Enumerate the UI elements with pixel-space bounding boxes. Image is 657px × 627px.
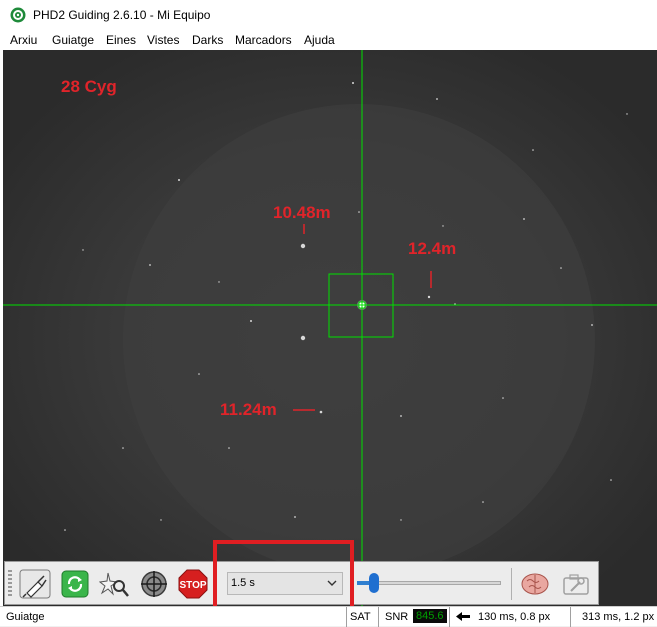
gamma-slider[interactable] bbox=[353, 573, 505, 595]
menu-guiatge[interactable]: Guiatge bbox=[52, 33, 94, 47]
camera-image-viewport[interactable]: 28 Cyg 10.48m 12.4m 11.24m bbox=[3, 50, 657, 606]
highlight-annotation-box bbox=[213, 540, 354, 612]
status-separator bbox=[346, 607, 347, 627]
status-separator bbox=[378, 607, 379, 627]
guide-button[interactable] bbox=[138, 569, 170, 599]
connect-gear-button[interactable] bbox=[19, 569, 51, 599]
auto-select-star-button[interactable] bbox=[99, 569, 131, 599]
window-title: PHD2 Guiding 2.6.10 - Mi Equipo bbox=[33, 8, 211, 22]
status-bar: Guiatge SAT SNR 845.6 130 ms, 0.8 px 313… bbox=[0, 606, 657, 627]
stop-button[interactable]: STOP bbox=[177, 569, 209, 599]
camera-settings-button[interactable] bbox=[560, 569, 592, 599]
loop-button[interactable] bbox=[59, 569, 91, 599]
menu-ajuda[interactable]: Ajuda bbox=[304, 33, 335, 47]
menu-marcadors[interactable]: Marcadors bbox=[235, 33, 292, 47]
phd2-target-icon bbox=[10, 7, 26, 23]
status-separator bbox=[449, 607, 450, 627]
slider-thumb[interactable] bbox=[369, 573, 380, 593]
stop-label: STOP bbox=[179, 580, 206, 591]
star-magnitude-label: 12.4m bbox=[408, 239, 457, 258]
guide-pulse-ra: 130 ms, 0.8 px bbox=[478, 611, 551, 623]
brain-settings-button[interactable] bbox=[519, 569, 551, 599]
menu-arxiu[interactable]: Arxiu bbox=[10, 33, 37, 47]
snr-label: SNR bbox=[385, 611, 409, 623]
toolbar-separator bbox=[511, 568, 512, 600]
title-bar: PHD2 Guiding 2.6.10 - Mi Equipo bbox=[0, 0, 657, 30]
toolbar-grip[interactable] bbox=[8, 570, 12, 598]
sat-indicator: SAT bbox=[350, 611, 371, 623]
status-separator bbox=[570, 607, 571, 627]
menu-darks[interactable]: Darks bbox=[192, 33, 223, 47]
menu-vistes[interactable]: Vistes bbox=[147, 33, 179, 47]
menu-eines[interactable]: Eines bbox=[106, 33, 136, 47]
object-name-label: 28 Cyg bbox=[61, 77, 117, 96]
guide-pulse-dec: 313 ms, 1.2 px bbox=[582, 611, 655, 623]
star-magnitude-label: 10.48m bbox=[273, 203, 331, 222]
snr-value: 845.6 bbox=[413, 609, 447, 623]
star-magnitude-label: 11.24m bbox=[220, 400, 277, 419]
status-mode: Guiatge bbox=[6, 611, 45, 623]
star-field-image bbox=[3, 50, 657, 606]
arrow-left-icon bbox=[455, 611, 471, 625]
menu-bar: Arxiu Guiatge Eines Vistes Darks Marcado… bbox=[0, 30, 657, 50]
